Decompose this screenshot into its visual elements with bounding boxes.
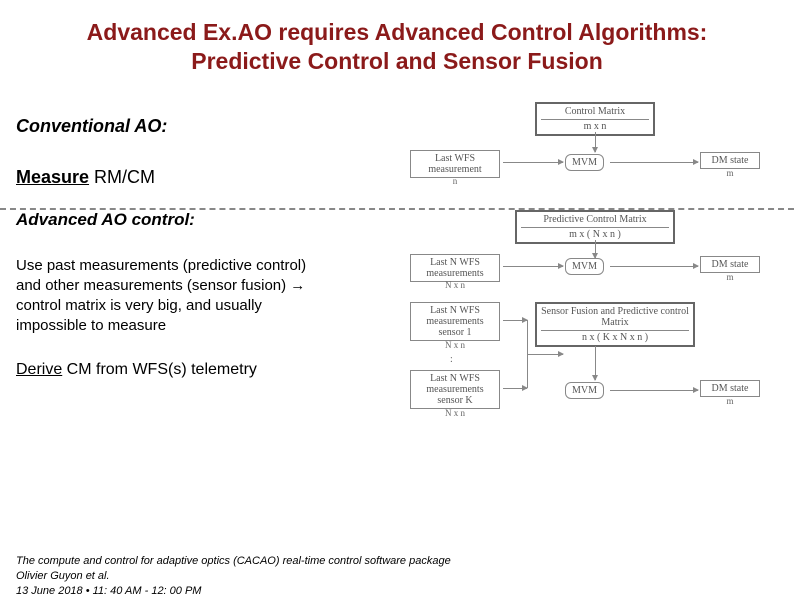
last-n-wfs-sub: N x n xyxy=(410,280,500,290)
dm-state-1-sub: m xyxy=(700,168,760,178)
sensorK-sub: N x n xyxy=(410,408,500,418)
fusion-box: Sensor Fusion and Predictive control Mat… xyxy=(535,302,695,347)
sensor-dots-left: : xyxy=(450,354,453,365)
arrow-s1-join xyxy=(503,320,527,321)
arrow-pred-down xyxy=(595,240,596,258)
arrow-cm-down xyxy=(595,132,596,152)
derive-line: Derive CM from WFS(s) telemetry xyxy=(16,361,326,379)
sensorK-label: Last N WFS measurements sensor K xyxy=(415,373,495,406)
pred-matrix-box: Predictive Control Matrix m x ( N x n ) xyxy=(515,210,675,244)
footer-line-3: 13 June 2018 • 11: 40 AM - 12: 00 PM xyxy=(16,584,451,599)
mvm-3: MVM xyxy=(565,382,604,399)
control-matrix-sub: m x n xyxy=(541,119,649,132)
sensorK-box: Last N WFS measurements sensor K xyxy=(410,370,500,409)
sensor1-label: Last N WFS measurements sensor 1 xyxy=(415,305,495,338)
last-wfs-box: Last WFS measurement xyxy=(410,150,500,178)
sensor1-sub: N x n xyxy=(410,340,500,350)
derive-underline: Derive xyxy=(16,361,62,378)
arrow-nwfs-mvm-2 xyxy=(503,266,563,267)
dm-state-3-sub: m xyxy=(700,396,760,406)
measure-underline: Measure xyxy=(16,167,89,187)
measure-line: Measure RM/CM xyxy=(16,167,326,188)
sensor1-box: Last N WFS measurements sensor 1 xyxy=(410,302,500,341)
fusion-label: Sensor Fusion and Predictive control Mat… xyxy=(541,306,689,328)
fusion-sub: n x ( K x N x n ) xyxy=(541,330,689,343)
last-n-wfs-label: Last N WFS measurements xyxy=(415,257,495,279)
body-text: Use past measurements (predictive contro… xyxy=(16,256,326,337)
dm-state-2: DM state xyxy=(700,256,760,273)
control-matrix-label: Control Matrix xyxy=(541,106,649,117)
arrow-wfs-mvm-1 xyxy=(503,162,563,163)
arrow-sK-join xyxy=(503,388,527,389)
footer-line-2: Olivier Guyon et al. xyxy=(16,569,451,584)
last-n-wfs-box: Last N WFS measurements xyxy=(410,254,500,282)
arrow-mvm-dm-3 xyxy=(610,390,698,391)
arrow-mvm-dm-2 xyxy=(610,266,698,267)
pred-matrix-label: Predictive Control Matrix xyxy=(521,214,669,225)
arrow-fusion-down xyxy=(595,346,596,380)
arrow-mvm-dm-1 xyxy=(610,162,698,163)
footer: The compute and control for adaptive opt… xyxy=(16,554,451,599)
dm-state-3: DM state xyxy=(700,380,760,397)
advanced-label: Advanced AO control: xyxy=(16,210,326,230)
left-column: Conventional AO: Measure RM/CM Advanced … xyxy=(16,116,326,379)
pred-matrix-sub: m x ( N x n ) xyxy=(521,227,669,240)
dm-state-2-sub: m xyxy=(700,272,760,282)
slide-title: Advanced Ex.AO requires Advanced Control… xyxy=(40,18,754,76)
last-wfs-label: Last WFS measurement xyxy=(415,153,495,175)
arrow-join-mvm-3 xyxy=(527,354,563,355)
footer-line-1: The compute and control for adaptive opt… xyxy=(16,554,451,569)
control-matrix-box: Control Matrix m x n xyxy=(535,102,655,136)
mvm-2: MVM xyxy=(565,258,604,275)
measure-rest: RM/CM xyxy=(89,167,155,187)
conventional-label: Conventional AO: xyxy=(16,116,326,137)
last-wfs-sub: n xyxy=(410,176,500,186)
mvm-1: MVM xyxy=(565,154,604,171)
derive-rest: CM from WFS(s) telemetry xyxy=(62,361,257,378)
dm-state-1: DM state xyxy=(700,152,760,169)
